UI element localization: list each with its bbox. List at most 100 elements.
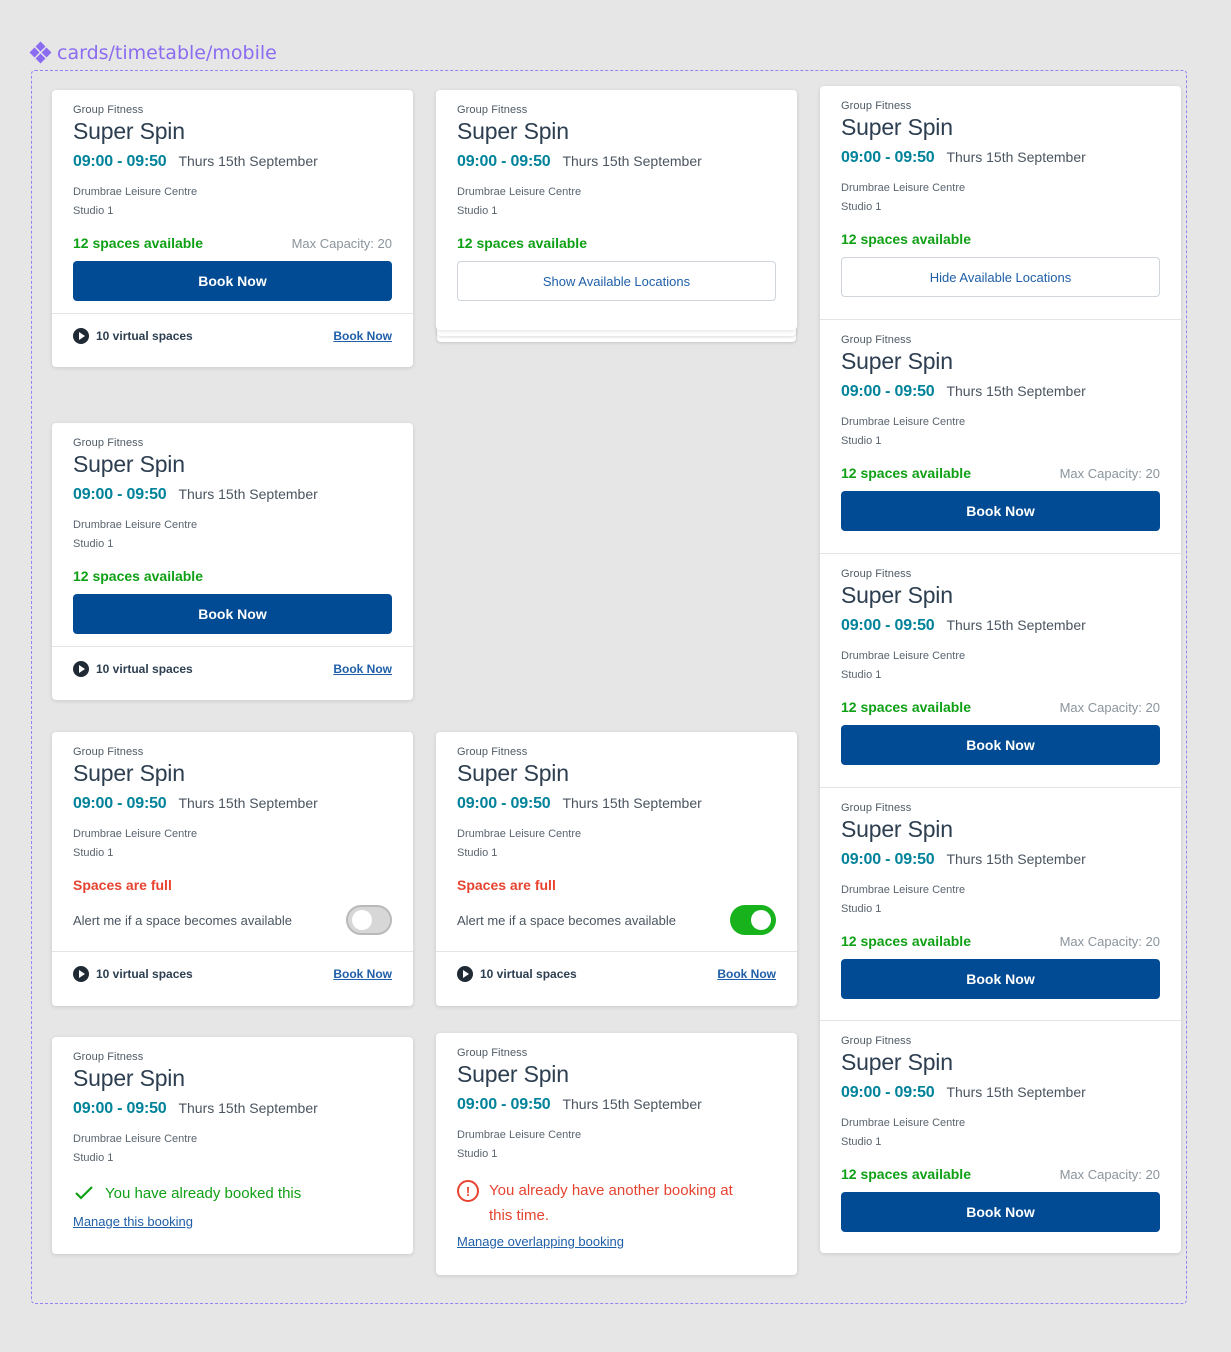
class-room: Studio 1 (457, 847, 498, 859)
already-booked-message: You have already booked this (105, 1184, 302, 1202)
class-time: 09:00 - 09:50 (73, 1100, 167, 1117)
hide-locations-button[interactable]: Hide Available Locations (841, 257, 1160, 297)
class-date: Thurs 15th September (178, 486, 318, 502)
class-time: 09:00 - 09:50 (73, 486, 167, 503)
class-card-full-alert-off: Group Fitness Super Spin 09:00 - 09:50 T… (52, 732, 413, 1006)
book-now-button[interactable]: Book Now (841, 491, 1160, 531)
class-title: Super Spin (457, 1061, 569, 1087)
class-title: Super Spin (841, 348, 953, 374)
manage-overlap-link[interactable]: Manage overlapping booking (457, 1234, 776, 1249)
virtual-book-now-link[interactable]: Book Now (333, 967, 392, 981)
class-date: Thurs 15th September (178, 1100, 318, 1116)
alert-toggle-on[interactable] (730, 905, 776, 935)
location-item: Group Fitness Super Spin 09:00 - 09:50 T… (820, 320, 1181, 531)
frame-label-text: cards/timetable/mobile (57, 42, 277, 64)
spaces-available: 12 spaces available (841, 933, 971, 949)
class-time: 09:00 - 09:50 (841, 617, 935, 634)
class-venue: Drumbrae Leisure Centre (73, 186, 198, 198)
class-category: Group Fitness (457, 746, 528, 758)
class-date: Thurs 15th September (178, 795, 318, 811)
play-icon (73, 660, 89, 677)
class-venue: Drumbrae Leisure Centre (73, 519, 198, 531)
class-card-overlap: Group Fitness Super Spin 09:00 - 09:50 T… (436, 1033, 797, 1275)
expanded-locations-card: Group Fitness Super Spin 09:00 - 09:50 T… (820, 86, 1181, 1253)
spaces-available: 12 spaces available (73, 568, 203, 584)
frame-label: cards/timetable/mobile (29, 41, 277, 64)
class-date: Thurs 15th September (946, 617, 1086, 633)
play-icon (73, 965, 89, 982)
class-title: Super Spin (73, 1065, 185, 1091)
play-icon (73, 327, 89, 344)
class-category: Group Fitness (73, 437, 144, 449)
virtual-spaces: 10 virtual spaces (480, 966, 577, 981)
spaces-available: 12 spaces available (841, 699, 971, 715)
class-time: 09:00 - 09:50 (841, 149, 935, 166)
class-category: Group Fitness (73, 746, 144, 758)
class-category: Group Fitness (841, 100, 912, 112)
class-time: 09:00 - 09:50 (457, 153, 551, 170)
book-now-button[interactable]: Book Now (841, 959, 1160, 999)
class-title: Super Spin (73, 760, 185, 786)
class-title: Super Spin (841, 816, 953, 842)
class-venue: Drumbrae Leisure Centre (841, 884, 966, 896)
spaces-full: Spaces are full (457, 877, 556, 893)
class-venue: Drumbrae Leisure Centre (841, 1117, 966, 1129)
max-capacity: Max Capacity: 20 (1059, 934, 1160, 949)
class-date: Thurs 15th September (946, 1084, 1086, 1100)
class-room: Studio 1 (841, 201, 882, 213)
class-category: Group Fitness (841, 802, 912, 814)
class-room: Studio 1 (73, 1152, 114, 1164)
location-item: Group Fitness Super Spin 09:00 - 09:50 T… (820, 1021, 1181, 1232)
spaces-available: 12 spaces available (457, 235, 587, 251)
show-locations-button[interactable]: Show Available Locations (457, 261, 776, 301)
class-date: Thurs 15th September (178, 153, 318, 169)
class-date: Thurs 15th September (946, 851, 1086, 867)
class-title: Super Spin (841, 582, 953, 608)
class-title: Super Spin (841, 114, 953, 140)
max-capacity: Max Capacity: 20 (1059, 700, 1160, 715)
book-now-button[interactable]: Book Now (73, 261, 392, 301)
class-date: Thurs 15th September (946, 383, 1086, 399)
class-date: Thurs 15th September (946, 149, 1086, 165)
class-category: Group Fitness (73, 1051, 144, 1063)
max-capacity: Max Capacity: 20 (1059, 1167, 1160, 1182)
book-now-button[interactable]: Book Now (841, 725, 1160, 765)
max-capacity: Max Capacity: 20 (1059, 466, 1160, 481)
class-date: Thurs 15th September (562, 1096, 702, 1112)
spaces-full: Spaces are full (73, 877, 172, 893)
class-card-locations: Group Fitness Super Spin 09:00 - 09:50 T… (436, 90, 797, 330)
check-icon (73, 1182, 95, 1204)
class-card-no-capacity: Group Fitness Super Spin 09:00 - 09:50 T… (52, 423, 413, 700)
class-card-booked: Group Fitness Super Spin 09:00 - 09:50 T… (52, 1037, 413, 1254)
class-category: Group Fitness (73, 104, 144, 116)
class-venue: Drumbrae Leisure Centre (841, 416, 966, 428)
virtual-book-now-link[interactable]: Book Now (333, 662, 392, 676)
class-title: Super Spin (457, 118, 569, 144)
alert-toggle-off[interactable] (346, 905, 392, 935)
class-time: 09:00 - 09:50 (841, 1084, 935, 1101)
class-room: Studio 1 (457, 205, 498, 217)
book-now-button[interactable]: Book Now (841, 1192, 1160, 1232)
class-time: 09:00 - 09:50 (457, 1096, 551, 1113)
class-category: Group Fitness (457, 104, 528, 116)
class-room: Studio 1 (73, 847, 114, 859)
location-item: Group Fitness Super Spin 09:00 - 09:50 T… (820, 554, 1181, 765)
class-title: Super Spin (73, 451, 185, 477)
virtual-book-now-link[interactable]: Book Now (717, 967, 776, 981)
class-room: Studio 1 (841, 435, 882, 447)
virtual-spaces: 10 virtual spaces (96, 328, 193, 343)
book-now-button[interactable]: Book Now (73, 594, 392, 634)
class-venue: Drumbrae Leisure Centre (73, 828, 198, 840)
alert-label: Alert me if a space becomes available (457, 912, 676, 928)
component-icon (29, 41, 52, 64)
manage-booking-link[interactable]: Manage this booking (73, 1214, 392, 1229)
class-date: Thurs 15th September (562, 795, 702, 811)
virtual-spaces: 10 virtual spaces (96, 966, 193, 981)
virtual-book-now-link[interactable]: Book Now (333, 329, 392, 343)
spaces-available: 12 spaces available (841, 231, 971, 247)
class-title: Super Spin (457, 760, 569, 786)
class-time: 09:00 - 09:50 (841, 851, 935, 868)
class-venue: Drumbrae Leisure Centre (841, 182, 966, 194)
class-title: Super Spin (73, 118, 185, 144)
class-room: Studio 1 (73, 538, 114, 550)
